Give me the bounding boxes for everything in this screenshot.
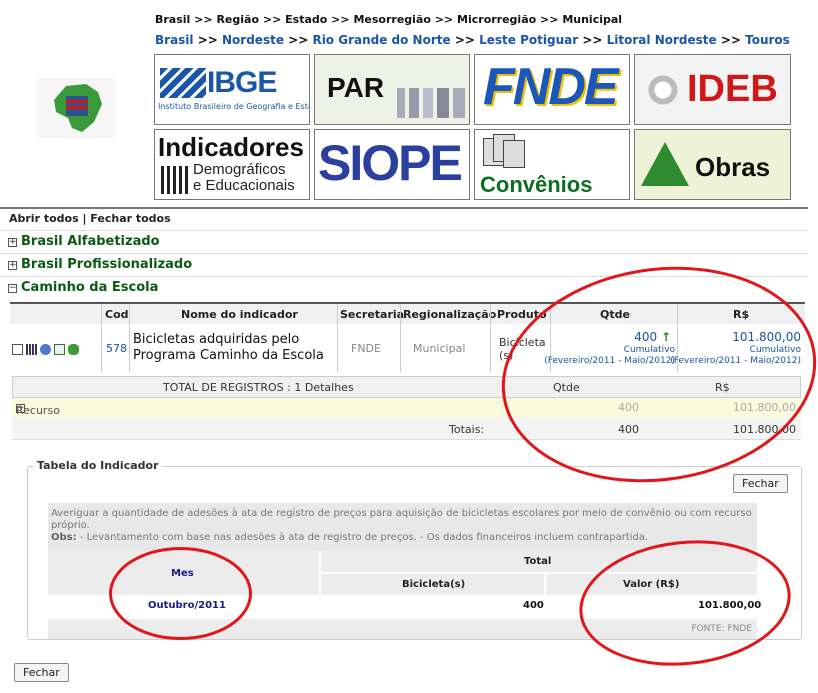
col-total: Total [524,556,552,567]
par-tile[interactable]: PAR [314,54,470,125]
annotation-ellipse [487,247,818,502]
indicator-description: Averiguar a quantidade de adesões à ata … [48,503,757,551]
download-icon[interactable] [40,343,51,355]
section-caminho-da-escola[interactable]: − Caminho da Escola [8,280,158,295]
bar-chart-icon[interactable] [26,343,37,355]
breadcrumb-levels: Brasil >> Região >> Estado >> Mesorregiã… [155,13,623,26]
section-brasil-profissionalizado[interactable]: + Brasil Profissionalizado [8,257,192,272]
breadcrumb-link[interactable]: Touros [745,33,790,47]
divider [0,253,808,254]
indicator-code-link[interactable]: 578 [106,342,127,355]
col-bicicletas: Bicicleta(s) [402,579,466,590]
breadcrumb-link[interactable]: Nordeste [222,33,284,47]
collapse-icon[interactable] [12,343,23,355]
breadcrumb-link[interactable]: Brasil [155,33,194,47]
edit-icon[interactable] [54,343,65,355]
documents-icon [483,134,529,170]
obras-tile[interactable]: Obras [634,129,791,200]
close-panel-button[interactable]: Fechar [733,474,788,493]
convenios-label: Convênios [480,172,593,197]
expand-icon: + [8,237,17,247]
star-burst-icon [639,59,687,121]
breadcrumb-link[interactable]: Rio Grande do Norte [312,33,450,47]
bicicletas-value: 400 [523,600,544,611]
row-actions [12,342,98,356]
convenios-tile[interactable]: Convênios [474,129,630,200]
close-button[interactable]: Fechar [14,663,69,682]
par-label: PAR [327,72,385,103]
map-icon[interactable] [68,343,79,355]
breadcrumb: Brasil >> Nordeste >> Rio Grande do Nort… [155,33,790,47]
city-skyline-icon [397,88,465,118]
construction-sign-icon [641,142,689,186]
expand-icon: + [8,260,17,270]
section-brasil-alfabetizado[interactable]: + Brasil Alfabetizado [8,234,160,249]
indicadores-tile[interactable]: Indicadores Demográficos e Educacionais [154,129,310,200]
ideb-tile[interactable]: IDEB [634,54,791,125]
indicator-secretaria: FNDE [351,342,381,355]
indicator-name: Bicicletas adquiridas pelo Programa Cami… [133,332,324,363]
indicadores-sublabel: Demográficos e Educacionais [193,161,295,194]
ibge-subtitle: Instituto Brasileiro de Geografia e Esta… [158,102,309,111]
ibge-label: IBGE [207,66,277,99]
breadcrumb-link[interactable]: Leste Potiguar [479,33,578,47]
open-close-all-link[interactable]: Abrir todos | Fechar todos [9,212,171,225]
divider [0,230,808,231]
brazil-map-logo [36,78,116,138]
ibge-logo-icon [160,68,206,98]
divider [0,207,808,209]
annotation-ellipse [109,547,252,640]
ideb-label: IDEB [687,68,778,110]
siope-tile[interactable]: SIOPE [314,129,470,200]
fnde-label: FNDE [483,58,619,116]
breadcrumb-link[interactable]: Litoral Nordeste [607,33,717,47]
bars-icon [161,166,189,194]
indicator-table-title: Tabela do Indicador [34,459,162,472]
indicator-regionalizacao: Municipal [413,342,466,355]
obras-label: Obras [695,152,771,182]
indicadores-label: Indicadores [158,132,304,162]
collapse-icon: − [8,283,17,293]
ibge-tile[interactable]: IBGE Instituto Brasileiro de Geografia e… [154,54,310,125]
fnde-tile[interactable]: FNDE [474,54,630,125]
siope-label: SIOPE [318,135,463,191]
